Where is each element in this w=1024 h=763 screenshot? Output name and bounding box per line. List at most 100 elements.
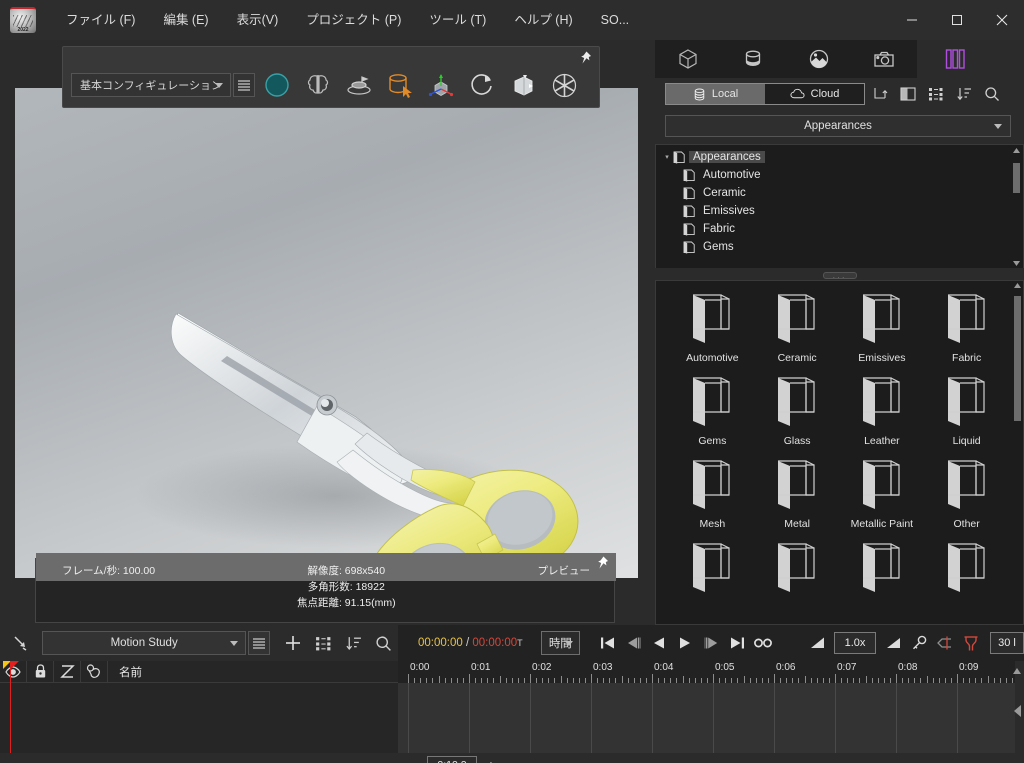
add-icon[interactable]: [278, 629, 308, 657]
scissors-trim-icon[interactable]: [958, 629, 984, 657]
grid-detail-icon[interactable]: [923, 82, 949, 106]
zoom-in-button[interactable]: +: [482, 756, 500, 763]
render-region-circle-icon[interactable]: [258, 67, 296, 103]
marker-left-icon[interactable]: [932, 629, 958, 657]
pin-icon[interactable]: [577, 50, 593, 66]
menu-tools[interactable]: ツール (T): [415, 0, 500, 40]
tab-environments[interactable]: [786, 40, 852, 78]
grid-item[interactable]: Mesh: [670, 457, 755, 530]
menu-project[interactable]: プロジェクト (P): [292, 0, 415, 40]
search-icon[interactable]: [368, 629, 398, 657]
app-logo-icon[interactable]: 2022: [10, 7, 36, 33]
menu-view[interactable]: 表示(V): [223, 0, 293, 40]
timeline-scroll-left-arrow-icon[interactable]: [1013, 703, 1023, 723]
timeline-scroll-up-arrow-icon[interactable]: [1012, 663, 1022, 674]
minimize-icon[interactable]: [889, 0, 934, 40]
grid-item[interactable]: [924, 540, 1009, 601]
ease-in-icon[interactable]: [804, 629, 830, 657]
source-local-button[interactable]: Local: [666, 84, 765, 104]
loop-infinity-icon[interactable]: [750, 629, 776, 657]
tree-item-automotive[interactable]: Automotive: [656, 166, 1023, 184]
sort-descending-icon[interactable]: [951, 82, 977, 106]
grid-item[interactable]: Metallic Paint: [840, 457, 925, 530]
tab-models[interactable]: [655, 40, 721, 78]
grid-item[interactable]: Liquid: [924, 374, 1009, 447]
maximize-icon[interactable]: [934, 0, 979, 40]
menu-so-overflow[interactable]: SO...: [587, 0, 643, 40]
playhead-marker-red[interactable]: [10, 661, 19, 670]
play-reverse-icon[interactable]: [646, 629, 672, 657]
menu-file[interactable]: ファイル (F): [52, 0, 149, 40]
tree-expand-arrow-icon[interactable]: ▾: [662, 153, 672, 161]
tab-library-accent[interactable]: [917, 40, 992, 78]
zoom-out-button[interactable]: −: [404, 756, 422, 763]
grid-item[interactable]: Emissives: [840, 291, 925, 364]
tree-item-emissives[interactable]: Emissives: [656, 202, 1023, 220]
brain-symmetry-icon[interactable]: [299, 67, 337, 103]
timeline-track-area[interactable]: [398, 683, 1015, 753]
tree-scrollbar[interactable]: [1012, 147, 1021, 267]
grid-item[interactable]: Fabric: [924, 291, 1009, 364]
axis-triad-icon[interactable]: [422, 67, 460, 103]
refresh-render-icon[interactable]: [463, 67, 501, 103]
jump-end-icon[interactable]: [724, 629, 750, 657]
ease-out-icon[interactable]: [880, 629, 906, 657]
animation-curve-icon[interactable]: [54, 660, 81, 683]
playback-speed-field[interactable]: 1.0x: [834, 632, 876, 654]
appearances-grid[interactable]: Automotive Ceramic Emissives Fabric Gems…: [655, 280, 1024, 625]
configuration-select[interactable]: 基本コンフィギュレーション: [71, 73, 231, 97]
tree-scroll-thumb[interactable]: [1013, 163, 1020, 193]
sort-descending-icon[interactable]: [338, 629, 368, 657]
grid-detail-icon[interactable]: [308, 629, 338, 657]
search-icon[interactable]: [979, 82, 1005, 106]
menu-edit[interactable]: 編集 (E): [149, 0, 222, 40]
grid-item[interactable]: Gems: [670, 374, 755, 447]
grid-item[interactable]: Metal: [755, 457, 840, 530]
paint-hand-icon[interactable]: [81, 660, 108, 683]
tree-item-ceramic[interactable]: Ceramic: [656, 184, 1023, 202]
tree-item-gems[interactable]: Gems: [656, 238, 1023, 256]
configuration-list-button[interactable]: [233, 73, 255, 97]
expand-tree-icon[interactable]: [867, 82, 893, 106]
key-icon[interactable]: [906, 629, 932, 657]
tab-cameras[interactable]: [852, 40, 918, 78]
grid-item[interactable]: Other: [924, 457, 1009, 530]
frame-rate-field[interactable]: 30 l: [990, 632, 1024, 654]
step-forward-icon[interactable]: [698, 629, 724, 657]
tree-item-appearances[interactable]: ▾ Appearances: [656, 148, 1023, 166]
grid-scroll-thumb[interactable]: [1014, 296, 1021, 421]
grid-item[interactable]: [670, 540, 755, 601]
tab-appearances[interactable]: [721, 40, 787, 78]
grid-item[interactable]: Glass: [755, 374, 840, 447]
play-icon[interactable]: [672, 629, 698, 657]
lock-icon[interactable]: [27, 660, 54, 683]
category-dropdown[interactable]: Appearances: [665, 115, 1011, 137]
cylinder-select-icon[interactable]: [381, 67, 419, 103]
grid-scrollbar[interactable]: [1013, 282, 1022, 624]
timeline-ruler[interactable]: 0:00 0:01 0:02 0:03 0:04 0:05 0:06 0:07 …: [398, 661, 1015, 683]
aperture-icon[interactable]: [545, 67, 583, 103]
grid-item[interactable]: Automotive: [670, 291, 755, 364]
playhead-line[interactable]: [10, 661, 11, 753]
appearances-tree[interactable]: ▾ Appearances Automotive Ceramic Emissiv…: [655, 144, 1024, 270]
grid-item[interactable]: [755, 540, 840, 601]
motion-study-list-button[interactable]: [248, 631, 271, 655]
select-arrow-icon[interactable]: [6, 629, 36, 657]
jump-start-icon[interactable]: [594, 629, 620, 657]
grid-item[interactable]: Ceramic: [755, 291, 840, 364]
render-viewport[interactable]: [15, 88, 638, 578]
source-cloud-button[interactable]: Cloud: [765, 84, 864, 104]
grid-item[interactable]: Leather: [840, 374, 925, 447]
floor-shadow-icon[interactable]: [340, 67, 378, 103]
zoom-range-field[interactable]: 0:10.0: [427, 756, 477, 763]
time-mode-select[interactable]: 時間: [540, 631, 580, 655]
camera-box-icon[interactable]: [504, 67, 542, 103]
step-back-icon[interactable]: [620, 629, 646, 657]
close-icon[interactable]: [979, 0, 1024, 40]
motion-study-select[interactable]: Motion Study: [41, 631, 247, 655]
track-list-body[interactable]: [0, 683, 398, 753]
menu-help[interactable]: ヘルプ (H): [500, 0, 586, 40]
grid-item[interactable]: [840, 540, 925, 601]
split-view-icon[interactable]: [895, 82, 921, 106]
tree-item-fabric[interactable]: Fabric: [656, 220, 1023, 238]
